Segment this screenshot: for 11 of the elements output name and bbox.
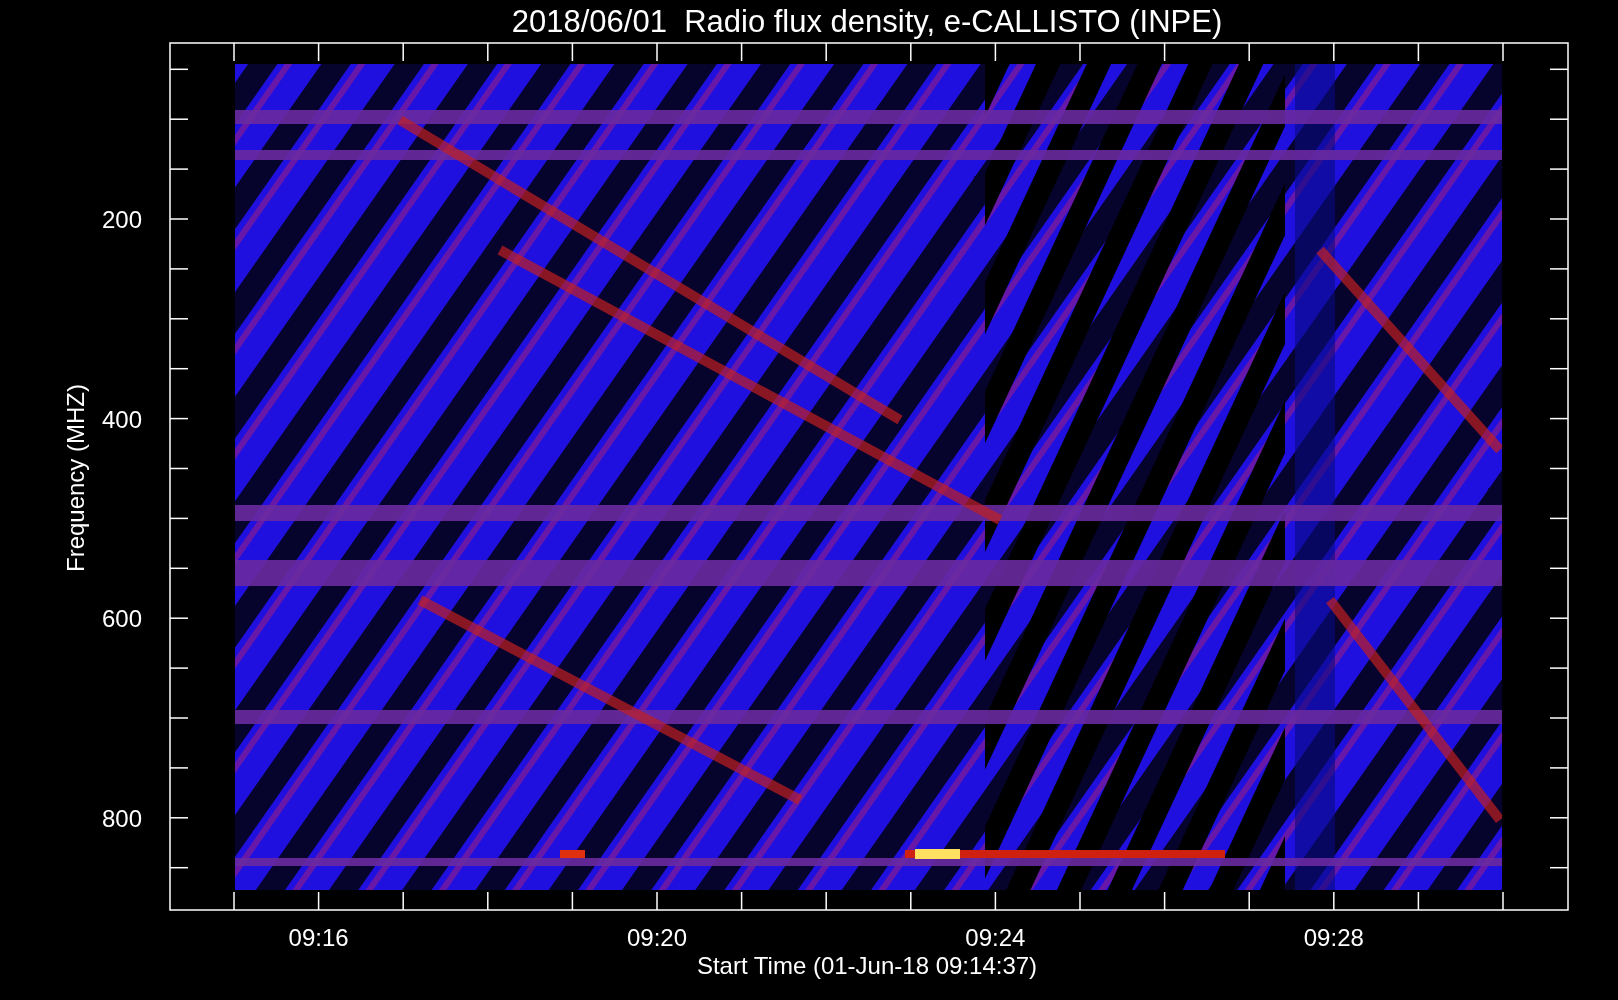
tick-label: 400 bbox=[101, 405, 142, 433]
tick-label: 09:16 bbox=[288, 924, 349, 951]
tick-label: 09:24 bbox=[965, 924, 1026, 951]
chart-title: 2018/06/01 Radio flux density, e-CALLISTO (INPE) bbox=[511, 4, 1223, 39]
tick-label: 200 bbox=[101, 206, 142, 233]
tick-label: 09:20 bbox=[626, 924, 688, 951]
axis-label: Start Time (01-Jun-18 09:14:37) bbox=[696, 952, 1038, 979]
tick-label: 800 bbox=[101, 804, 142, 832]
tick-label: 09:28 bbox=[1303, 924, 1364, 951]
tick-label: 600 bbox=[101, 605, 142, 633]
axis-label: Frequency (MHZ) bbox=[62, 384, 89, 572]
